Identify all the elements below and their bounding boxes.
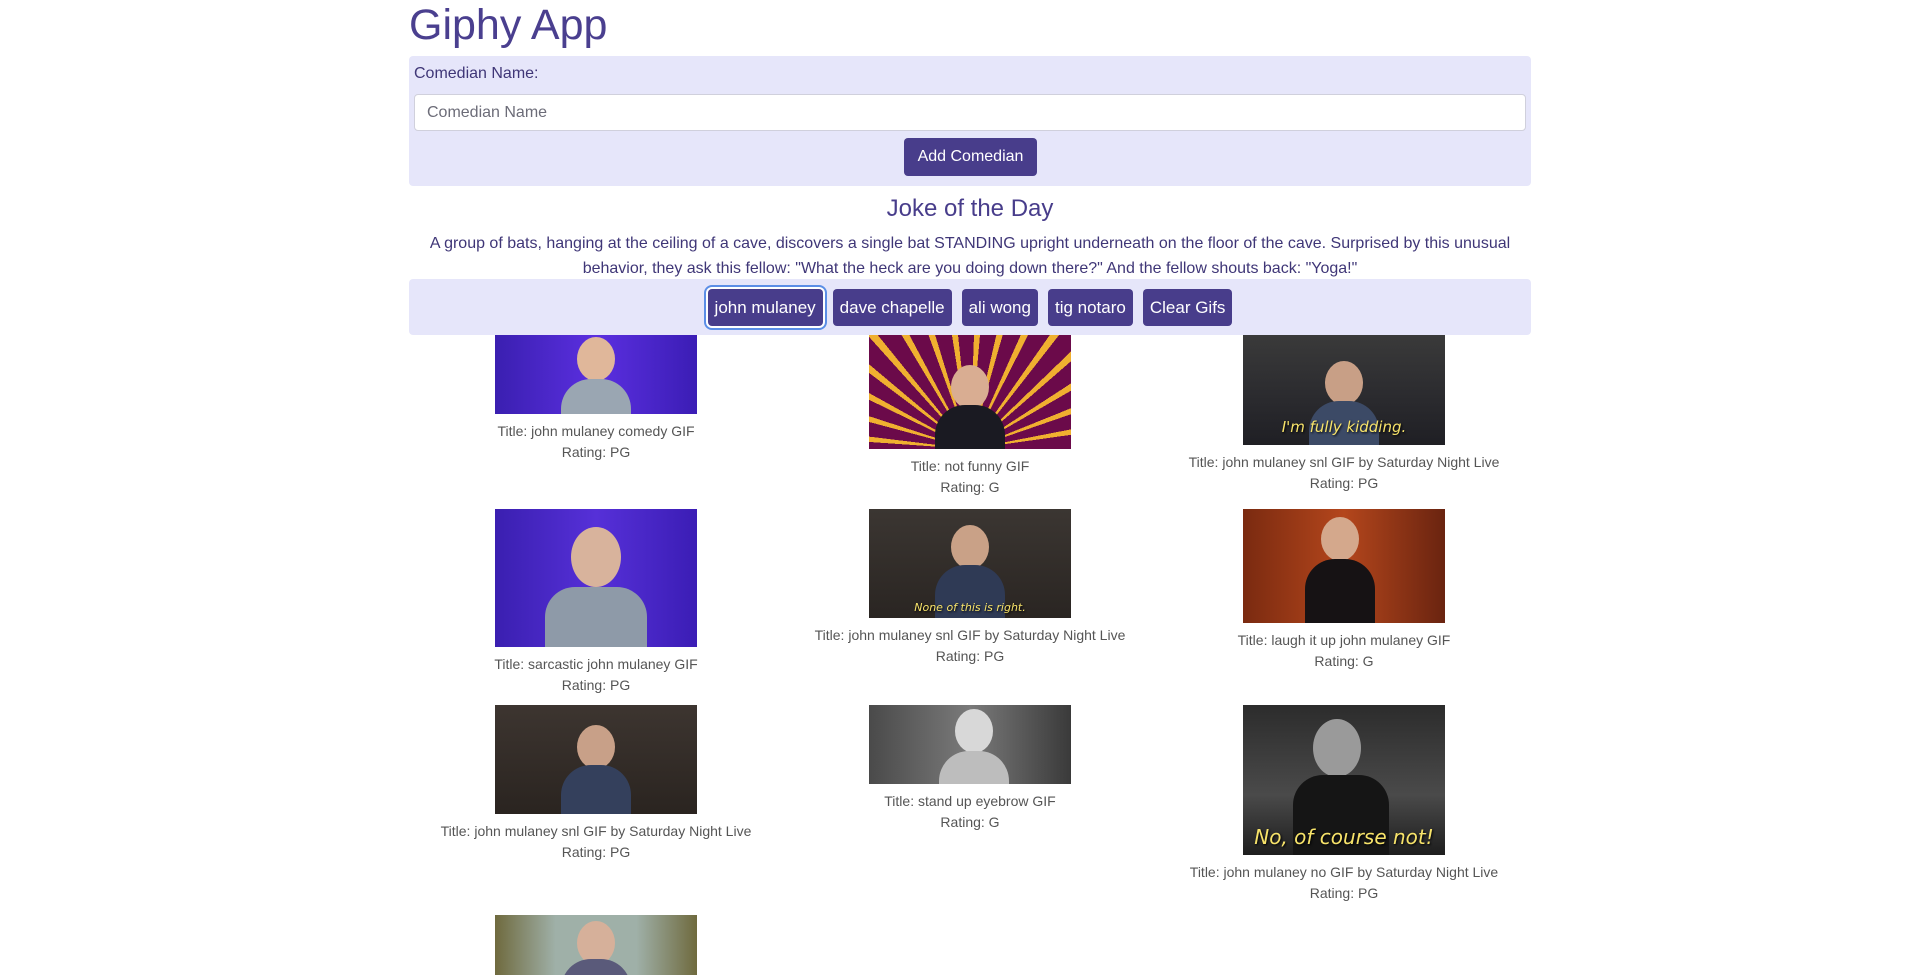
gif-caption: I'm fully kidding.	[1281, 418, 1407, 436]
gif-title: Title: john mulaney snl GIF by Saturday …	[440, 823, 752, 839]
comedian-button-dave-chapelle[interactable]: dave chapelle	[832, 289, 952, 326]
gif-image[interactable]	[495, 509, 697, 647]
joke-text: A group of bats, hanging at the ceiling …	[429, 235, 1511, 277]
gif-rating: Rating: G	[1314, 653, 1374, 669]
joke-heading: Joke of the Day	[886, 195, 1054, 222]
gif-rating: Rating: PG	[1309, 885, 1379, 901]
gif-card: Title: john mulaney snl GIF by Saturday …	[409, 705, 783, 863]
gif-image[interactable]	[495, 335, 697, 414]
gif-title: Title: john mulaney snl GIF by Saturday …	[1188, 454, 1500, 470]
gif-card: I'm fully kidding. Title: john mulaney s…	[1157, 335, 1531, 494]
gif-caption: None of this is right.	[914, 601, 1026, 614]
comedian-buttons-panel: john mulaney dave chapelle ali wong tig not…	[409, 279, 1531, 335]
comedian-button-ali-wong[interactable]: ali wong	[961, 289, 1038, 326]
gif-rating: Rating: PG	[935, 648, 1005, 664]
gif-title: Title: john mulaney comedy GIF	[497, 423, 695, 439]
gif-title: Title: laugh it up john mulaney GIF	[1237, 632, 1451, 648]
gif-rating: Rating: PG	[561, 844, 631, 860]
comedian-button-tig-notaro[interactable]: tig notaro	[1047, 289, 1133, 326]
comedian-name-input[interactable]	[414, 94, 1526, 131]
gif-card: Title: laugh it up john mulaney GIF Rati…	[1157, 509, 1531, 672]
gif-card: None of this is right. Title: john mulan…	[783, 509, 1157, 667]
gif-image[interactable]: I'm fully kidding.	[1243, 335, 1445, 445]
gif-card	[409, 915, 783, 975]
gif-title: Title: stand up eyebrow GIF	[884, 793, 1056, 809]
comedian-button-john-mulaney[interactable]: john mulaney	[707, 289, 823, 326]
gif-rating: Rating: G	[940, 814, 1000, 830]
gif-image[interactable]	[1243, 509, 1445, 623]
gif-rating: Rating: G	[940, 479, 1000, 495]
gif-title: Title: sarcastic john mulaney GIF	[494, 656, 698, 672]
gif-rating: Rating: PG	[561, 444, 631, 460]
gif-image[interactable]	[869, 705, 1071, 784]
gif-image[interactable]	[495, 915, 697, 975]
add-comedian-button[interactable]: Add Comedian	[904, 138, 1037, 176]
gif-image[interactable]	[869, 335, 1071, 449]
comedian-name-label: Comedian Name:	[414, 65, 539, 82]
gif-card: No, of course not! Title: john mulaney n…	[1157, 705, 1531, 904]
add-comedian-form: Comedian Name: Add Comedian	[409, 56, 1531, 186]
app-title: Giphy App	[409, 1, 608, 49]
gif-card: Title: john mulaney comedy GIF Rating: P…	[409, 335, 783, 463]
clear-gifs-button[interactable]: Clear Gifs	[1142, 289, 1233, 326]
gif-card: Title: stand up eyebrow GIF Rating: G	[783, 705, 1157, 833]
gif-image[interactable]: None of this is right.	[869, 509, 1071, 618]
gif-title: Title: john mulaney no GIF by Saturday N…	[1189, 864, 1499, 880]
gif-card: Title: not funny GIF Rating: G	[783, 335, 1157, 498]
gif-card: Title: sarcastic john mulaney GIF Rating…	[409, 509, 783, 696]
gif-rating: Rating: PG	[561, 677, 631, 693]
gif-title: Title: not funny GIF	[910, 458, 1030, 474]
gif-caption: No, of course not!	[1254, 825, 1434, 849]
gif-image[interactable]: No, of course not!	[1243, 705, 1445, 855]
gif-title: Title: john mulaney snl GIF by Saturday …	[814, 627, 1126, 643]
gif-image[interactable]	[495, 705, 697, 814]
gif-rating: Rating: PG	[1309, 475, 1379, 491]
